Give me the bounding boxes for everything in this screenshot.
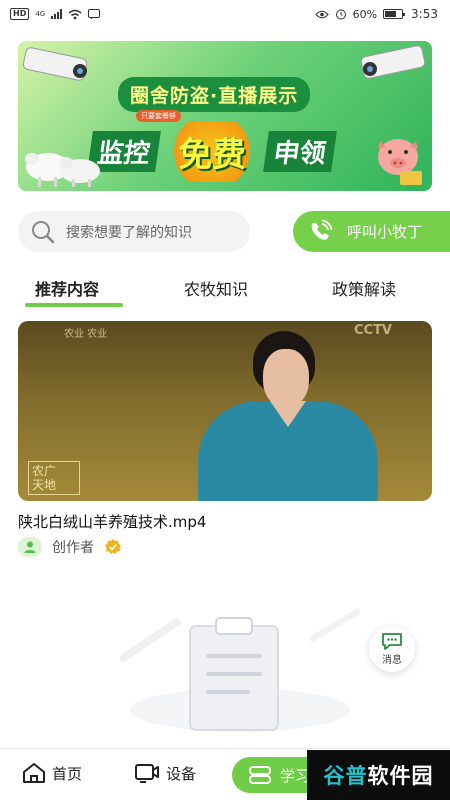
slogan-right: 申领 [263,131,337,172]
sheep-illustration [25,153,100,187]
study-icon [249,766,271,784]
content-tabs: 推荐内容 农牧知识 政策解读 [0,270,450,310]
watermark-part1: 谷普 [323,764,368,788]
slogan-middle: 免费 [168,121,257,182]
signal-icon [51,9,63,19]
tab-agri-knowledge[interactable]: 农牧知识 [184,276,248,300]
message-float-button[interactable]: 消息 [369,626,415,672]
anchor-figure-face [263,349,309,407]
user-icon [24,541,36,553]
status-right: 60% 3:53 [314,7,438,21]
nav-home[interactable]: 首页 [22,762,82,784]
chat-bubble-icon [382,633,402,650]
verified-badge-icon [105,539,121,554]
tab-recommended[interactable]: 推荐内容 [35,276,99,300]
call-assistant-label: 呼叫小牧丁 [347,223,423,241]
search-placeholder: 搜索想要了解的知识 [66,224,192,241]
watermark-part2: 软件园 [367,764,434,788]
empty-clipboard-illustration [120,607,360,732]
wifi-icon [68,9,82,19]
corner-label-line2: 天地 [32,478,57,492]
security-camera-left-icon [22,47,88,81]
message-label: 消息 [382,655,402,666]
battery-percent: 60% [352,7,378,21]
active-tab-indicator [25,303,123,307]
eye-icon [314,10,329,18]
call-assistant-button[interactable]: 呼叫小牧丁 [293,211,450,252]
video-corner-label: 农广 天地 [28,461,80,495]
status-bar: HD 4G 60% 3:53 [0,0,450,28]
device-camera-icon [135,764,159,783]
nav-home-label: 首页 [52,764,83,783]
banner-slogan: 监控 免费 申领 [87,121,337,182]
alarm-icon [335,9,346,20]
security-camera-right-icon [360,45,426,79]
promo-banner[interactable]: 圈舍防盗·直播展示 只要套餐够 监控 免费 申领 [18,41,432,191]
banner-title: 圈舍防盗·直播展示 [118,77,311,112]
video-thumbnail[interactable]: 农业 农业 CCTV 农广 天地 [18,321,432,501]
network-type: 4G [35,10,46,18]
hd-badge: HD [10,8,30,20]
nav-device[interactable]: 设备 [134,762,196,784]
avatar [18,537,42,557]
clock: 3:53 [411,7,438,21]
tab-policy[interactable]: 政策解读 [332,276,396,300]
home-icon [23,763,45,783]
status-left: HD 4G [10,8,101,20]
nav-device-label: 设备 [166,764,197,783]
message-notification-icon [88,8,101,19]
nav-study-label: 学习 [280,766,311,785]
search-bar[interactable]: 搜索想要了解的知识 [18,211,250,252]
video-overlay-channel: 农业 农业 [64,329,108,340]
pig-illustration [378,139,422,185]
search-icon [32,220,55,243]
video-title[interactable]: 陕北白绒山羊养殖技术.mp4 [18,511,206,532]
video-overlay-cctv: CCTV [353,323,392,338]
phone-icon [311,219,333,240]
watermark-text: 谷普软件园 [324,760,434,790]
watermark-logo: 谷普软件园 [307,750,450,800]
corner-label-line1: 农广 [32,464,57,478]
battery-icon [383,9,406,19]
video-author[interactable]: 创作者 [18,537,122,557]
author-name: 创作者 [52,540,94,556]
